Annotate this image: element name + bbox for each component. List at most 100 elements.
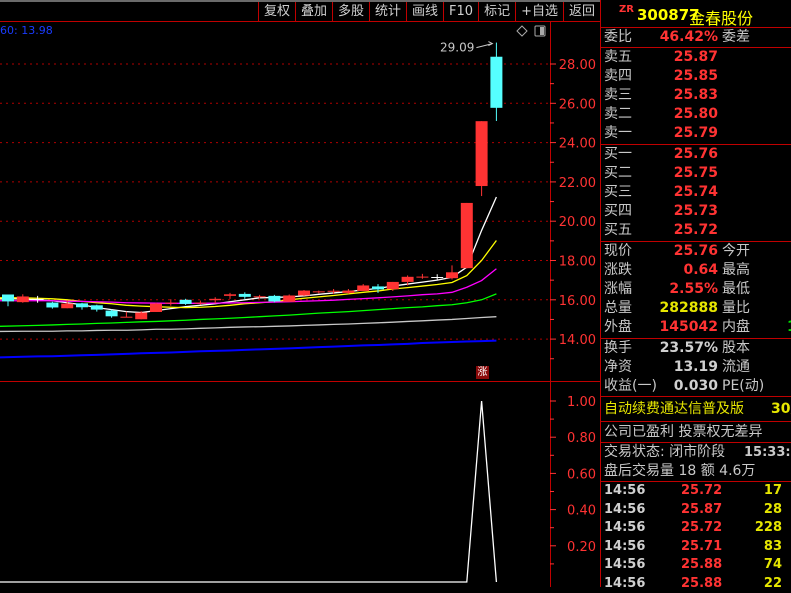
- bid-row[interactable]: 买二25.75: [601, 164, 791, 183]
- bid-row[interactable]: 买四 25.73: [601, 202, 791, 221]
- candle-body: [91, 305, 103, 309]
- ask-price: 25.80: [674, 105, 718, 124]
- stat-value: 145042: [660, 318, 718, 337]
- promo-text[interactable]: 自动续费通达信普及版: [604, 397, 744, 421]
- fund-row: 净资13.19流通: [601, 358, 791, 377]
- ask-price: 25.87: [674, 48, 718, 67]
- stock-prefix: ZR: [619, 4, 634, 15]
- kline-chart[interactable]: 28.0026.0024.0022.0020.0018.0016.0014.00…: [0, 22, 600, 587]
- bid-row[interactable]: 买三 25.74: [601, 183, 791, 202]
- stat-row: 涨跌0.64最高: [601, 261, 791, 280]
- ma-line-5: [0, 341, 496, 358]
- candle-body: [61, 304, 73, 309]
- stat-row: 总量282888量比: [601, 299, 791, 318]
- add-watchlist-button[interactable]: +自选: [515, 2, 563, 22]
- trade-status: 交易状态: 闭市阶段15:33:4 盘后交易量 18 额 4.6万: [601, 443, 791, 482]
- tick-price: 25.88: [681, 556, 722, 575]
- tick-time: 14:56: [604, 482, 645, 501]
- bid-price: 25.74: [674, 183, 718, 202]
- price-tick-label: 24.00: [559, 137, 596, 152]
- price-tick-label: 18.00: [559, 255, 596, 270]
- bid-label: 买二: [604, 164, 632, 183]
- ask-price: 25.85: [674, 67, 718, 86]
- ask-label: 卖三: [604, 86, 632, 105]
- candle-body: [402, 277, 414, 282]
- candle-body: [150, 304, 162, 312]
- tick-row[interactable]: 14:5625.8822: [601, 575, 791, 593]
- tick-row[interactable]: 14:5625.8874: [601, 556, 791, 575]
- stat-label: 总量: [604, 299, 632, 318]
- ask-row[interactable]: 卖三25.83: [601, 86, 791, 105]
- high-price-label: 29.09: [440, 41, 474, 55]
- ask-row[interactable]: 卖一25.79: [601, 124, 791, 143]
- company-notice: 公司已盈利 投票权无差异: [601, 422, 791, 443]
- bid-row[interactable]: 买一25.76: [601, 145, 791, 164]
- window-toggle-icon-fill: [540, 27, 544, 35]
- stat-row: 外盘145042内盘1: [601, 318, 791, 337]
- promo-banner[interactable]: 自动续费通达信普及版30元: [601, 397, 791, 422]
- ask-row[interactable]: 卖五25.87: [601, 48, 791, 67]
- stat-value-2: 1: [787, 318, 791, 337]
- overlay-button[interactable]: 叠加: [295, 2, 332, 22]
- fund-value: 23.57%: [660, 339, 718, 358]
- candle-body: [120, 317, 132, 318]
- fuquan-button[interactable]: 复权: [258, 2, 295, 22]
- stat-label-2: 今开: [722, 242, 750, 261]
- candle-body: [298, 291, 310, 296]
- tick-row[interactable]: 14:5625.8728: [601, 501, 791, 520]
- tick-row[interactable]: 14:5625.72228: [601, 519, 791, 538]
- candle-body: [180, 300, 192, 304]
- tick-price: 25.87: [681, 501, 722, 520]
- f10-button[interactable]: F10: [443, 2, 478, 22]
- multi-stock-button[interactable]: 多股: [332, 2, 369, 22]
- stat-label-2: 内盘: [722, 318, 750, 337]
- fund-label-2: PE(动): [722, 377, 764, 396]
- tick-list[interactable]: 14:5625.721714:5625.872814:5625.7222814:…: [601, 482, 791, 593]
- stat-value: 0.64: [683, 261, 718, 280]
- fund-row: 换手23.57%股本: [601, 339, 791, 358]
- limit-up-marker: 涨: [476, 366, 489, 379]
- tick-volume: 22: [764, 575, 782, 593]
- weicha-label: 委差: [722, 28, 750, 47]
- candle-body: [446, 272, 458, 278]
- toolbar: 复权 叠加 多股 统计 画线 F10 标记 +自选 返回: [0, 0, 600, 22]
- fund-label-2: 流通: [722, 358, 750, 377]
- tick-price: 25.72: [681, 519, 722, 538]
- back-button[interactable]: 返回: [563, 2, 600, 22]
- ask-row[interactable]: 卖四25.85: [601, 67, 791, 86]
- weibi-value: 46.42%: [660, 28, 718, 47]
- fund-value: 0.030: [674, 377, 718, 396]
- tick-price: 25.71: [681, 538, 722, 557]
- candle-body: [476, 121, 488, 186]
- tick-time: 14:56: [604, 501, 645, 520]
- mark-button[interactable]: 标记: [478, 2, 515, 22]
- diamond-icon: [517, 26, 527, 36]
- bid-label: 买五: [604, 221, 632, 240]
- bid-price: 25.73: [674, 202, 718, 221]
- indicator-tick-label: 0.40: [567, 504, 596, 519]
- tick-volume: 74: [764, 556, 782, 575]
- price-tick-label: 22.00: [559, 176, 596, 191]
- indicator-tick-label: 0.20: [567, 540, 596, 555]
- candle-body: [313, 291, 325, 292]
- indicator-tick-label: 0.80: [567, 431, 596, 446]
- ask-row[interactable]: 卖二25.80: [601, 105, 791, 124]
- statistics-button[interactable]: 统计: [369, 2, 406, 22]
- tick-row[interactable]: 14:5625.7183: [601, 538, 791, 557]
- bid-row[interactable]: 买五25.72: [601, 221, 791, 240]
- tick-row[interactable]: 14:5625.7217: [601, 482, 791, 501]
- fund-label: 净资: [604, 358, 632, 377]
- tick-price: 25.72: [681, 482, 722, 501]
- tick-time: 14:56: [604, 538, 645, 557]
- fund-label: 换手: [604, 339, 632, 358]
- trade-time: 15:33:4: [744, 443, 791, 462]
- bid-label: 买一: [604, 145, 632, 164]
- bid-label: 买四: [604, 202, 632, 221]
- candle-body: [416, 277, 428, 278]
- draw-line-button[interactable]: 画线: [406, 2, 443, 22]
- candle-body: [490, 57, 502, 108]
- stat-row: 现价25.76今开: [601, 242, 791, 261]
- stat-label: 涨跌: [604, 261, 632, 280]
- bid-label: 买三: [604, 183, 632, 202]
- stat-label: 涨幅: [604, 280, 632, 299]
